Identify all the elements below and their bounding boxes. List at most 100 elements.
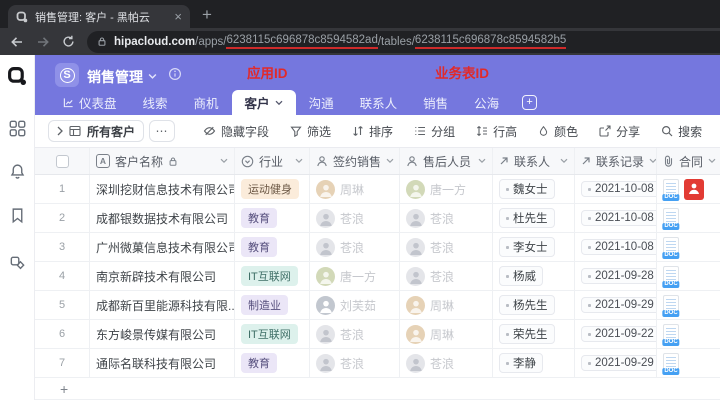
table-row[interactable]: 2 成都银数据技术有限公司 教育 苍浪 苍浪 杜先生 2021-10-08 DO… bbox=[35, 204, 720, 233]
record-chip[interactable]: 2021-10-08 bbox=[581, 210, 656, 226]
customer-name[interactable]: 成都银数据技术有限公司 bbox=[96, 210, 228, 227]
table-row[interactable]: 1 深圳挖财信息技术有限公司 运动健身 周琳 唐一方 魏女士 2021-10-0… bbox=[35, 175, 720, 204]
chevron-down-icon[interactable] bbox=[560, 158, 568, 164]
avatar bbox=[406, 353, 425, 373]
doc-attachment[interactable]: DOC bbox=[662, 352, 680, 375]
chevron-down-icon[interactable] bbox=[649, 158, 656, 164]
table-row[interactable]: 6 东方峻景传媒有限公司 IT互联网 苍浪 周琳 荣先生 2021-09-22 … bbox=[35, 320, 720, 349]
doc-attachment[interactable]: DOC bbox=[662, 207, 680, 230]
tab-dashboard[interactable]: 仪表盘 bbox=[50, 90, 130, 115]
record-chip[interactable]: 2021-10-08 bbox=[581, 239, 656, 255]
hide-fields-button[interactable]: 隐藏字段 bbox=[203, 123, 269, 140]
chevron-down-icon[interactable] bbox=[386, 158, 394, 164]
back-icon[interactable] bbox=[10, 35, 24, 49]
link-field-icon bbox=[499, 156, 509, 166]
customer-name[interactable]: 广州微菓信息技术有限公司 bbox=[96, 239, 234, 256]
group-button[interactable]: 分组 bbox=[414, 123, 455, 140]
browser-tab[interactable]: 销售管理: 客户 - 黑帕云 × bbox=[8, 5, 190, 28]
chevron-down-icon[interactable] bbox=[295, 158, 303, 164]
column-header-contact-record[interactable]: 联系记录 bbox=[575, 148, 657, 174]
close-tab-icon[interactable]: × bbox=[174, 10, 182, 23]
photo-attachment[interactable] bbox=[684, 178, 704, 200]
column-header-industry[interactable]: 行业 bbox=[235, 148, 310, 174]
table-row[interactable]: 3 广州微菓信息技术有限公司 教育 苍浪 苍浪 李女士 2021-10-08 D… bbox=[35, 233, 720, 262]
doc-attachment[interactable]: DOC bbox=[662, 265, 680, 288]
customer-name[interactable]: 深圳挖财信息技术有限公司 bbox=[96, 181, 234, 198]
lock-icon bbox=[168, 156, 178, 167]
templates-shapes-icon[interactable] bbox=[9, 255, 26, 272]
url-bar[interactable]: hipacloud.com/apps/6238115c696878c859458… bbox=[87, 30, 720, 53]
color-button[interactable]: 颜色 bbox=[538, 123, 578, 140]
contact-chip[interactable]: 李女士 bbox=[499, 237, 555, 257]
column-header-after-sales[interactable]: 售后人员 bbox=[400, 148, 493, 174]
contact-chip[interactable]: 杜先生 bbox=[499, 208, 555, 228]
chevron-down-icon[interactable] bbox=[478, 158, 486, 164]
column-header-contact[interactable]: 联系人 bbox=[493, 148, 575, 174]
app-icon[interactable]: S bbox=[55, 63, 79, 87]
annotation-table-id: 业务表ID bbox=[435, 66, 489, 81]
browser-tabstrip: 销售管理: 客户 - 黑帕云 × + bbox=[0, 0, 720, 28]
record-chip[interactable]: 2021-09-28 bbox=[581, 268, 656, 284]
tab-communication[interactable]: 沟通 bbox=[296, 90, 347, 115]
avatar bbox=[316, 324, 335, 344]
contact-chip[interactable]: 魏女士 bbox=[499, 179, 555, 199]
row-number: 6 bbox=[58, 328, 66, 340]
table-row[interactable]: 5 成都新百里能源科技有限... 制造业 刘芙茹 周琳 杨先生 2021-09-… bbox=[35, 291, 720, 320]
contact-chip[interactable]: 李静 bbox=[499, 353, 543, 373]
customer-name[interactable]: 南京新辟技术有限公司 bbox=[96, 268, 216, 285]
new-tab-button[interactable]: + bbox=[202, 5, 212, 25]
doc-attachment[interactable]: DOC bbox=[662, 323, 680, 346]
customer-name[interactable]: 通际名联科技有限公司 bbox=[96, 355, 216, 372]
plus-square-icon: + bbox=[522, 95, 538, 110]
doc-badge: DOC bbox=[662, 280, 680, 288]
apps-grid-icon[interactable] bbox=[9, 120, 26, 137]
add-table-button[interactable]: + bbox=[512, 90, 547, 115]
column-header-signing-sales[interactable]: 签约销售 bbox=[310, 148, 400, 174]
customer-name[interactable]: 东方峻景传媒有限公司 bbox=[96, 326, 216, 343]
add-row-button[interactable]: + bbox=[35, 378, 720, 400]
contact-chip[interactable]: 荣先生 bbox=[499, 324, 555, 344]
contact-chip[interactable]: 杨威 bbox=[499, 266, 543, 286]
filter-button[interactable]: 筛选 bbox=[290, 123, 331, 140]
sort-icon bbox=[352, 125, 364, 137]
sort-button[interactable]: 排序 bbox=[352, 123, 393, 140]
industry-badge: 制造业 bbox=[241, 295, 288, 315]
doc-attachment[interactable]: DOC bbox=[662, 294, 680, 317]
main-panel: S 销售管理 应用ID 业务表ID 仪表盘 线索 商机 客户 沟通 联系人 销售… bbox=[35, 55, 720, 400]
view-more-button[interactable]: ⋯ bbox=[149, 120, 176, 142]
chevron-down-icon[interactable] bbox=[708, 158, 716, 164]
search-button[interactable]: 搜索 bbox=[661, 123, 702, 140]
chevron-down-icon[interactable] bbox=[220, 158, 228, 164]
record-chip[interactable]: 2021-09-22 bbox=[581, 326, 656, 342]
tab-leads[interactable]: 线索 bbox=[130, 90, 181, 115]
view-selector[interactable]: 所有客户 bbox=[48, 120, 145, 142]
customer-name[interactable]: 成都新百里能源科技有限... bbox=[96, 297, 234, 314]
tab-public-sea[interactable]: 公海 bbox=[461, 90, 512, 115]
search-icon bbox=[661, 125, 673, 137]
forward-icon[interactable] bbox=[36, 35, 50, 49]
record-chip[interactable]: 2021-10-08 bbox=[581, 181, 656, 197]
info-icon[interactable] bbox=[168, 67, 182, 81]
share-button[interactable]: 分享 bbox=[599, 123, 640, 140]
app-switcher-chevron-down-icon[interactable] bbox=[148, 73, 157, 80]
select-all-checkbox[interactable] bbox=[55, 154, 69, 168]
doc-attachment[interactable]: DOC bbox=[662, 236, 680, 259]
bookmark-icon[interactable] bbox=[9, 207, 26, 224]
table-row[interactable]: 4 南京新辟技术有限公司 IT互联网 唐一方 苍浪 杨威 2021-09-28 … bbox=[35, 262, 720, 291]
tab-opportunities[interactable]: 商机 bbox=[181, 90, 232, 115]
row-height-button[interactable]: 行高 bbox=[476, 123, 517, 140]
tab-sales[interactable]: 销售 bbox=[410, 90, 461, 115]
column-header-customer-name[interactable]: A 客户名称 bbox=[90, 148, 235, 174]
contact-chip[interactable]: 杨先生 bbox=[499, 295, 555, 315]
dashboard-icon bbox=[63, 97, 74, 108]
reload-icon[interactable] bbox=[62, 35, 75, 48]
tab-customers[interactable]: 客户 bbox=[231, 90, 296, 115]
tab-contacts[interactable]: 联系人 bbox=[347, 90, 411, 115]
sales-person-name: 苍浪 bbox=[340, 356, 365, 371]
notifications-bell-icon[interactable] bbox=[9, 163, 26, 180]
table-row[interactable]: 7 通际名联科技有限公司 教育 苍浪 苍浪 李静 2021-09-29 DOC bbox=[35, 349, 720, 378]
record-chip[interactable]: 2021-09-29 bbox=[581, 297, 656, 313]
doc-attachment[interactable]: DOC bbox=[662, 178, 680, 201]
record-chip[interactable]: 2021-09-29 bbox=[581, 355, 656, 371]
column-header-contract[interactable]: 合同 bbox=[657, 148, 720, 174]
